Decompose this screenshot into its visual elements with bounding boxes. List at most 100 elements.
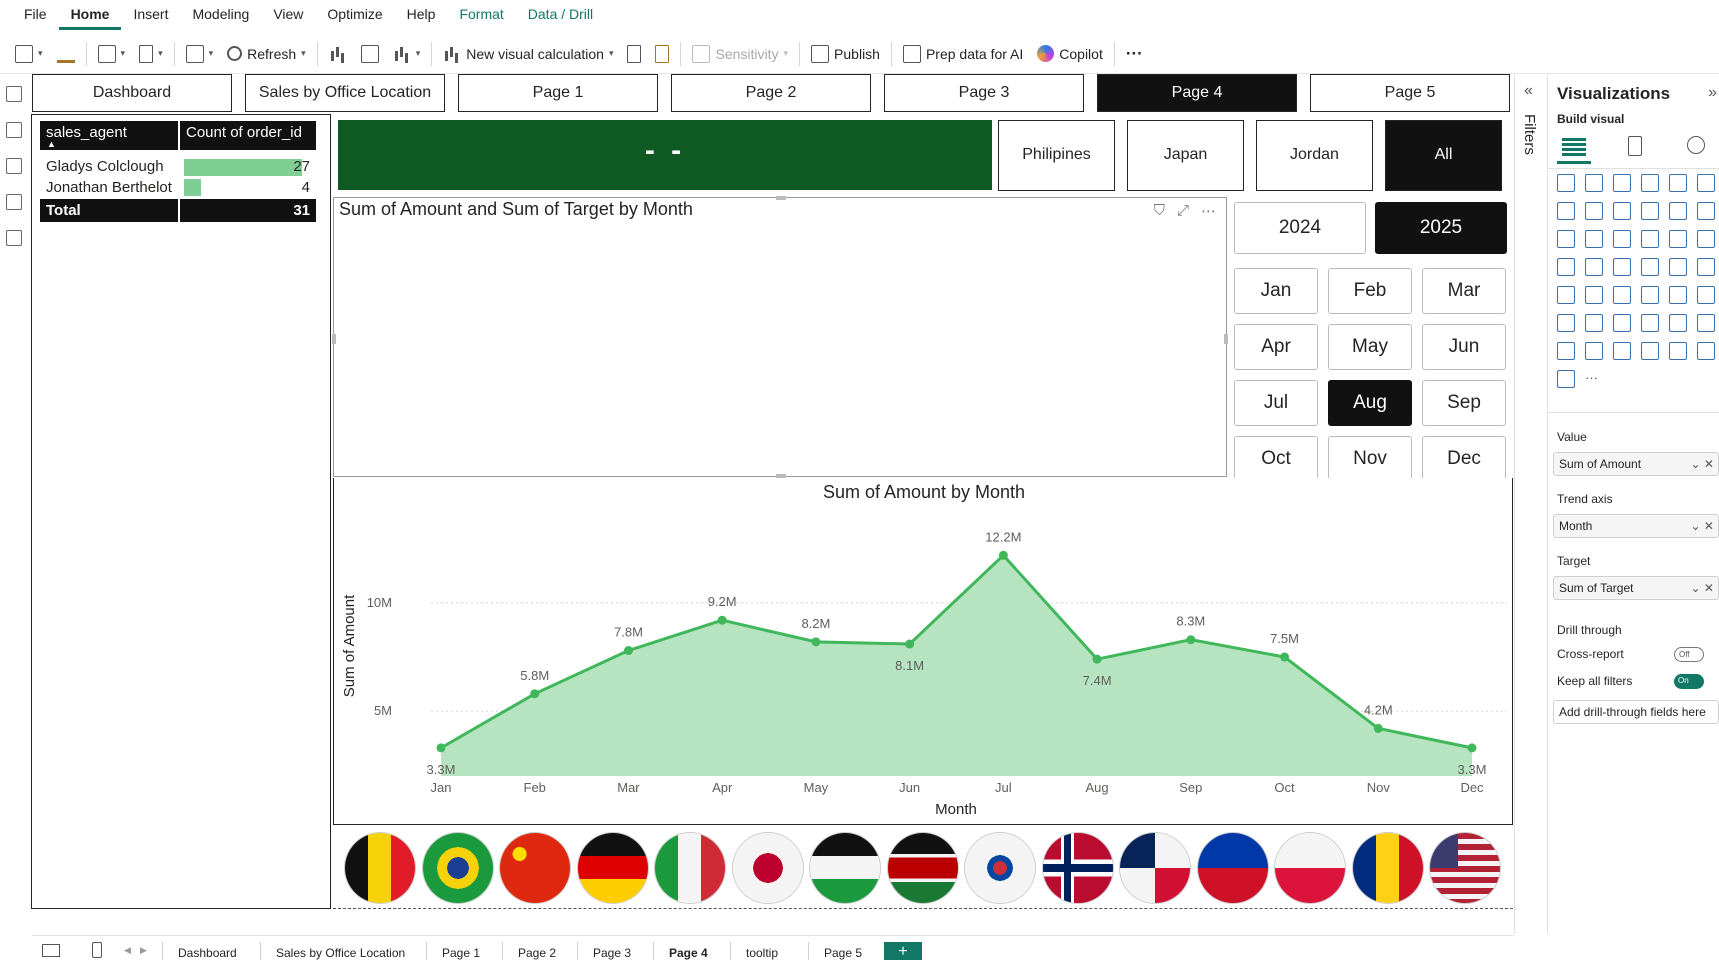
month-button-feb[interactable]: Feb bbox=[1328, 268, 1412, 314]
add-page-button[interactable]: + bbox=[884, 942, 922, 960]
belgium-flag[interactable] bbox=[345, 833, 415, 903]
paginated-icon[interactable] bbox=[1697, 314, 1715, 332]
more-options-button[interactable]: ··· bbox=[1119, 39, 1150, 69]
norway-flag[interactable] bbox=[1042, 833, 1113, 903]
filter-icon[interactable]: ⛉ bbox=[1154, 202, 1165, 220]
germany-flag[interactable] bbox=[577, 833, 648, 903]
remove-field-icon[interactable]: ⌄ ✕ bbox=[1691, 453, 1714, 475]
sales-agent-table-visual[interactable]: sales_agent ▲ Count of order_id Gladys Co… bbox=[31, 114, 331, 909]
year-button-2025[interactable]: 2025 bbox=[1375, 202, 1507, 254]
qa-icon[interactable] bbox=[1641, 314, 1659, 332]
line-clustered-icon[interactable] bbox=[1669, 202, 1687, 220]
country-button-all[interactable]: All bbox=[1385, 120, 1502, 191]
format-visual-tab[interactable] bbox=[1619, 132, 1653, 164]
country-button-japan[interactable]: Japan bbox=[1127, 120, 1244, 191]
tmdl-view-icon[interactable] bbox=[6, 230, 22, 246]
remove-field-icon[interactable]: ⌄ ✕ bbox=[1691, 577, 1714, 599]
build-visual-tab[interactable] bbox=[1557, 132, 1591, 164]
edit-queries-button[interactable]: ▾ bbox=[179, 39, 221, 69]
menu-help[interactable]: Help bbox=[395, 0, 448, 30]
page-button-page-4[interactable]: Page 4 bbox=[1097, 74, 1297, 112]
key-influencers-icon[interactable] bbox=[1585, 314, 1603, 332]
collapse-panes-icon[interactable]: « bbox=[1524, 82, 1533, 100]
column-header-sales-agent[interactable]: sales_agent ▲ bbox=[40, 121, 179, 153]
page-button-page-5[interactable]: Page 5 bbox=[1310, 74, 1510, 112]
area-chart-icon[interactable] bbox=[1585, 202, 1603, 220]
page-button-page-2[interactable]: Page 2 bbox=[671, 74, 871, 112]
focus-mode-icon[interactable]: ⤢ bbox=[1177, 202, 1189, 220]
month-button-jun[interactable]: Jun bbox=[1422, 324, 1506, 370]
year-button-2024[interactable]: 2024 bbox=[1234, 202, 1366, 254]
quick-measure-button[interactable] bbox=[648, 39, 676, 69]
get-data-button[interactable]: ▾ bbox=[91, 39, 133, 69]
multi-card-icon[interactable] bbox=[1557, 286, 1575, 304]
image-icon[interactable] bbox=[1641, 342, 1659, 360]
stacked-column-icon[interactable] bbox=[1585, 174, 1603, 192]
slicer-icon[interactable] bbox=[1613, 286, 1631, 304]
format-painter-button[interactable] bbox=[50, 39, 82, 69]
power-apps-icon[interactable] bbox=[1557, 342, 1575, 360]
scroll-right-icon[interactable]: ▶ bbox=[140, 945, 147, 956]
line-chart-icon[interactable] bbox=[1557, 202, 1575, 220]
dax-query-view-icon[interactable] bbox=[6, 194, 22, 210]
desktop-layout-icon[interactable] bbox=[42, 944, 60, 957]
scroll-left-icon[interactable]: ◀ bbox=[124, 945, 131, 956]
page-button-page-3[interactable]: Page 3 bbox=[884, 74, 1084, 112]
menu-data-drill[interactable]: Data / Drill bbox=[516, 0, 605, 30]
bottom-tab-page-4[interactable]: Page 4 bbox=[669, 946, 708, 960]
text-box-button[interactable] bbox=[354, 39, 386, 69]
expand-pane-icon[interactable]: » bbox=[1708, 84, 1717, 102]
resize-handle[interactable] bbox=[332, 334, 336, 344]
scatter-icon[interactable] bbox=[1613, 230, 1631, 248]
value-field-well[interactable]: Sum of Amount ⌄ ✕ bbox=[1553, 452, 1719, 476]
stacked-area-icon[interactable] bbox=[1613, 202, 1631, 220]
china-flag[interactable] bbox=[500, 833, 570, 903]
filled-map-icon[interactable] bbox=[1585, 258, 1603, 276]
table-icon[interactable] bbox=[1641, 286, 1659, 304]
funnel-icon[interactable] bbox=[1585, 230, 1603, 248]
bottom-tab-dashboard[interactable]: Dashboard bbox=[178, 946, 237, 960]
refresh-button[interactable]: Refresh ▾ bbox=[220, 39, 313, 69]
keep-filters-toggle[interactable]: On bbox=[1674, 674, 1704, 689]
month-button-nov[interactable]: Nov bbox=[1328, 436, 1412, 482]
menu-insert[interactable]: Insert bbox=[121, 0, 180, 30]
matrix-icon[interactable] bbox=[1669, 286, 1687, 304]
philippines-flag[interactable] bbox=[1197, 833, 1268, 903]
new-visual-button[interactable] bbox=[322, 39, 354, 69]
more-options-icon[interactable]: ⋯ bbox=[1201, 202, 1216, 220]
gauge-icon[interactable] bbox=[1669, 258, 1687, 276]
target-field-well[interactable]: Sum of Target ⌄ ✕ bbox=[1553, 576, 1719, 600]
menu-file[interactable]: File bbox=[12, 0, 59, 30]
mobile-layout-icon[interactable] bbox=[92, 942, 102, 958]
report-view-icon[interactable] bbox=[6, 86, 22, 102]
country-button-philipines[interactable]: Philipines bbox=[998, 120, 1115, 191]
month-button-may[interactable]: May bbox=[1328, 324, 1412, 370]
bottom-tab-page-2[interactable]: Page 2 bbox=[518, 946, 556, 960]
japan-flag[interactable] bbox=[732, 833, 803, 903]
100-column-icon[interactable] bbox=[1697, 174, 1715, 192]
publish-button[interactable]: Publish bbox=[804, 39, 887, 69]
pie-icon[interactable] bbox=[1641, 230, 1659, 248]
copilot-button[interactable]: Copilot bbox=[1030, 39, 1110, 69]
treemap-icon[interactable] bbox=[1697, 230, 1715, 248]
drill-through-drop-zone[interactable]: Add drill-through fields here bbox=[1553, 700, 1719, 724]
arcgis-icon[interactable] bbox=[1557, 370, 1575, 388]
bottom-tab-page-1[interactable]: Page 1 bbox=[442, 946, 480, 960]
clustered-column-icon[interactable] bbox=[1641, 174, 1659, 192]
south-korea-flag[interactable] bbox=[965, 833, 1035, 903]
bottom-tab-page-3[interactable]: Page 3 bbox=[593, 946, 631, 960]
resize-handle[interactable] bbox=[1224, 334, 1228, 344]
month-button-sep[interactable]: Sep bbox=[1422, 380, 1506, 426]
filters-pane-collapsed[interactable]: « Filters bbox=[1514, 74, 1548, 934]
line-column-icon[interactable] bbox=[1641, 202, 1659, 220]
menu-view[interactable]: View bbox=[261, 0, 315, 30]
month-button-jul[interactable]: Jul bbox=[1234, 380, 1318, 426]
power-automate-icon[interactable] bbox=[1585, 342, 1603, 360]
italy-flag[interactable] bbox=[655, 833, 725, 903]
python-visual-icon[interactable] bbox=[1557, 314, 1575, 332]
country-button-jordan[interactable]: Jordan bbox=[1256, 120, 1373, 191]
r-visual-icon[interactable] bbox=[1697, 286, 1715, 304]
remove-field-icon[interactable]: ⌄ ✕ bbox=[1691, 515, 1714, 537]
amount-target-visual[interactable]: Sum of Amount and Sum of Target by Month… bbox=[332, 196, 1228, 478]
menu-modeling[interactable]: Modeling bbox=[180, 0, 261, 30]
